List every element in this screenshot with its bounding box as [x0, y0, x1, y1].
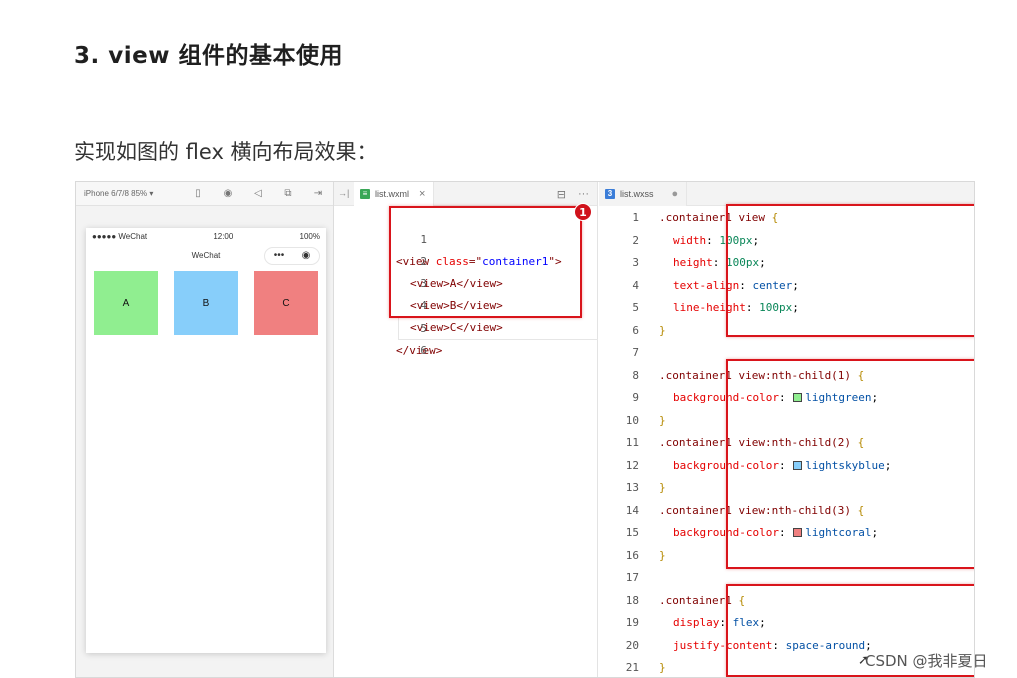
code-text: }: [659, 477, 666, 499]
line-number: 6: [632, 323, 639, 337]
battery-level: 100%: [299, 231, 320, 241]
split-arrow-icon[interactable]: →|: [338, 188, 349, 198]
highlight-box-3: [726, 359, 974, 569]
view-box-c: C: [254, 271, 318, 335]
code-token: :: [712, 256, 726, 269]
capsule-menu[interactable]: ••• ◉: [264, 247, 320, 265]
line-number: 9: [632, 391, 639, 404]
cursor-line-divider: [398, 339, 598, 340]
line-number: 1: [632, 211, 639, 224]
wxss-editor: 3 list.wxss ● 1 .container1 view {2 width:…: [599, 182, 974, 677]
line-number: 19: [625, 616, 639, 629]
flex-container: A B C: [86, 271, 326, 335]
intro-text: 实现如图的 flex 横向布局效果：: [74, 140, 378, 164]
line-number: 18: [625, 593, 639, 607]
code-text: }: [659, 657, 666, 677]
unsaved-dot-icon[interactable]: ●: [672, 188, 679, 200]
line-number: 11: [625, 436, 639, 449]
line-number: 14: [625, 503, 639, 517]
signal-carrier: ●●●●● WeChat: [92, 231, 148, 241]
status-time: 12:00: [213, 231, 234, 241]
code-token: display: [673, 616, 720, 629]
code-text: }: [659, 410, 666, 432]
phone-icon[interactable]: ▯: [191, 188, 205, 200]
line-number: 4: [632, 278, 639, 292]
view-box-b: B: [174, 271, 238, 335]
tab-label: list.wxss: [620, 188, 654, 199]
code-text: }: [659, 320, 666, 342]
wxml-file-icon: ≡: [360, 188, 370, 199]
dock-icon[interactable]: ⇥: [311, 188, 325, 200]
volume-icon[interactable]: ◁: [251, 188, 265, 200]
screenshot-frame: iPhone 6/7/8 85% ▾ ▯ ◉ ◁ ⧉ ⇥ ●●●●● WeCha…: [75, 181, 975, 678]
tab-list-wxss[interactable]: 3 list.wxss ●: [599, 182, 688, 206]
wxml-editor: →| ≡ list.wxml × ⊟ ··· 1 <view class="co…: [334, 182, 598, 677]
wxss-tabbar: 3 list.wxss ●: [599, 182, 974, 206]
cursor-line-edge: [398, 318, 399, 340]
close-icon[interactable]: ×: [419, 188, 425, 200]
code-token: }: [659, 481, 666, 494]
line-number: 20: [625, 638, 639, 652]
line-number: 8: [632, 368, 639, 382]
simulator-panel: iPhone 6/7/8 85% ▾ ▯ ◉ ◁ ⧉ ⇥ ●●●●● WeCha…: [76, 182, 334, 677]
tab-list-wxml[interactable]: ≡ list.wxml ×: [354, 182, 435, 206]
line-number: 15: [625, 526, 639, 539]
line-number: 16: [625, 548, 639, 562]
line-number: 12: [625, 458, 639, 472]
more-dots-icon[interactable]: •••: [274, 247, 285, 265]
line-number: 13: [625, 481, 639, 494]
phone-screen: ●●●●● WeChat 12:00 100% WeChat ••• ◉ A B…: [86, 228, 326, 653]
line-number: 7: [632, 346, 639, 359]
status-bar: ●●●●● WeChat 12:00 100%: [86, 228, 326, 244]
view-box-a: A: [94, 271, 158, 335]
code-token: }: [659, 323, 666, 337]
device-selector[interactable]: iPhone 6/7/8 85% ▾: [84, 189, 153, 198]
wxss-file-icon: 3: [605, 188, 615, 199]
wechat-navbar: WeChat ••• ◉: [86, 244, 326, 268]
simulator-toolbar: iPhone 6/7/8 85% ▾ ▯ ◉ ◁ ⧉ ⇥: [76, 182, 333, 206]
split-editor-icon[interactable]: ⊟: [557, 188, 566, 201]
line-number: 21: [625, 661, 639, 674]
highlight-box-2: [726, 204, 974, 337]
callout-badge-1: 1: [574, 203, 592, 221]
line-number: 6: [420, 344, 427, 357]
line-number: 17: [625, 571, 639, 584]
window-icon[interactable]: ⧉: [281, 188, 295, 200]
code-token: }: [659, 548, 666, 562]
code-text: }: [659, 545, 666, 567]
code-token: height: [673, 256, 713, 269]
close-target-icon[interactable]: ◉: [302, 247, 311, 265]
code-token: .container1: [659, 593, 732, 607]
code-token: width: [673, 233, 707, 247]
code-token: }: [659, 413, 666, 427]
line-number: 10: [625, 413, 639, 427]
record-icon[interactable]: ◉: [221, 188, 235, 200]
section-heading: 3. view 组件的基本使用: [74, 43, 343, 69]
line-number: 2: [632, 233, 639, 247]
code-token: }: [659, 661, 666, 674]
nav-title: WeChat: [191, 251, 221, 260]
tab-label: list.wxml: [375, 188, 409, 199]
highlight-box-1: [389, 206, 582, 318]
wxml-tabbar: →| ≡ list.wxml × ⊟ ···: [334, 182, 597, 206]
watermark: CSDN @我非夏日: [865, 652, 988, 670]
line-number: 3: [632, 256, 639, 269]
line-number: 5: [632, 301, 639, 314]
code-line: 6: [334, 318, 597, 357]
more-actions-icon[interactable]: ···: [578, 188, 589, 200]
code-token: :: [706, 233, 720, 247]
